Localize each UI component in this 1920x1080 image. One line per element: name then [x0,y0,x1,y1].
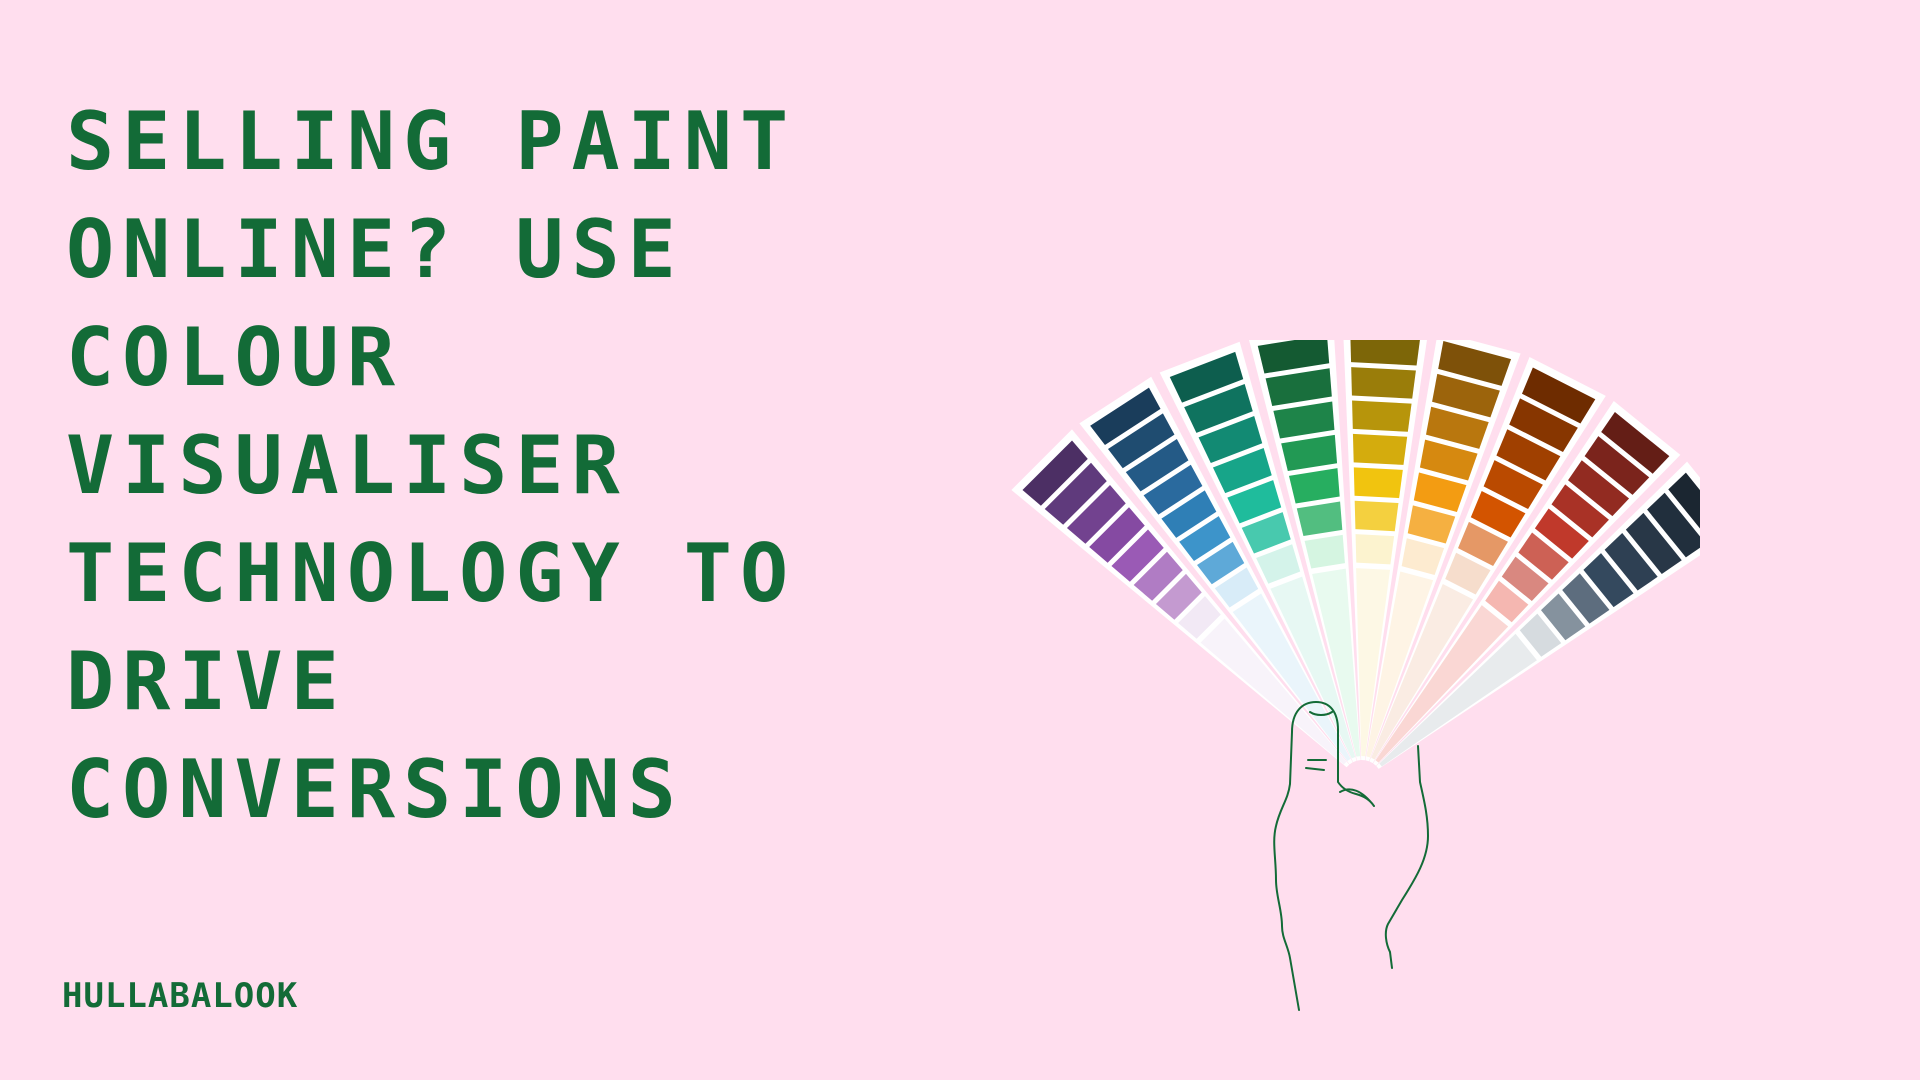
headline: SELLING PAINT ONLINE? USE COLOUR VISUALI… [66,88,796,844]
headline-line: DRIVE [66,635,347,728]
colour-swatch [1351,367,1416,399]
headline-line: TECHNOLOGY TO [66,527,797,620]
colour-swatch [1353,467,1403,499]
banner: SELLING PAINT ONLINE? USE COLOUR VISUALI… [0,0,1920,1080]
colour-swatch [1355,534,1395,565]
headline-line: COLOUR [66,311,403,404]
brand-logo: HULLABALOOK [62,976,299,1016]
colour-swatch [1352,433,1408,465]
headline-line: SELLING PAINT [66,95,797,188]
headline-line: CONVERSIONS [66,743,684,836]
paint-swatch-fan-icon [1011,340,1700,1011]
colour-swatch [1352,400,1412,432]
headline-line: ONLINE? USE [66,203,684,296]
colour-swatch [1354,500,1399,532]
headline-line: VISUALISER [66,419,628,512]
colour-swatch [1350,340,1420,366]
swatch-cards [1011,340,1700,769]
